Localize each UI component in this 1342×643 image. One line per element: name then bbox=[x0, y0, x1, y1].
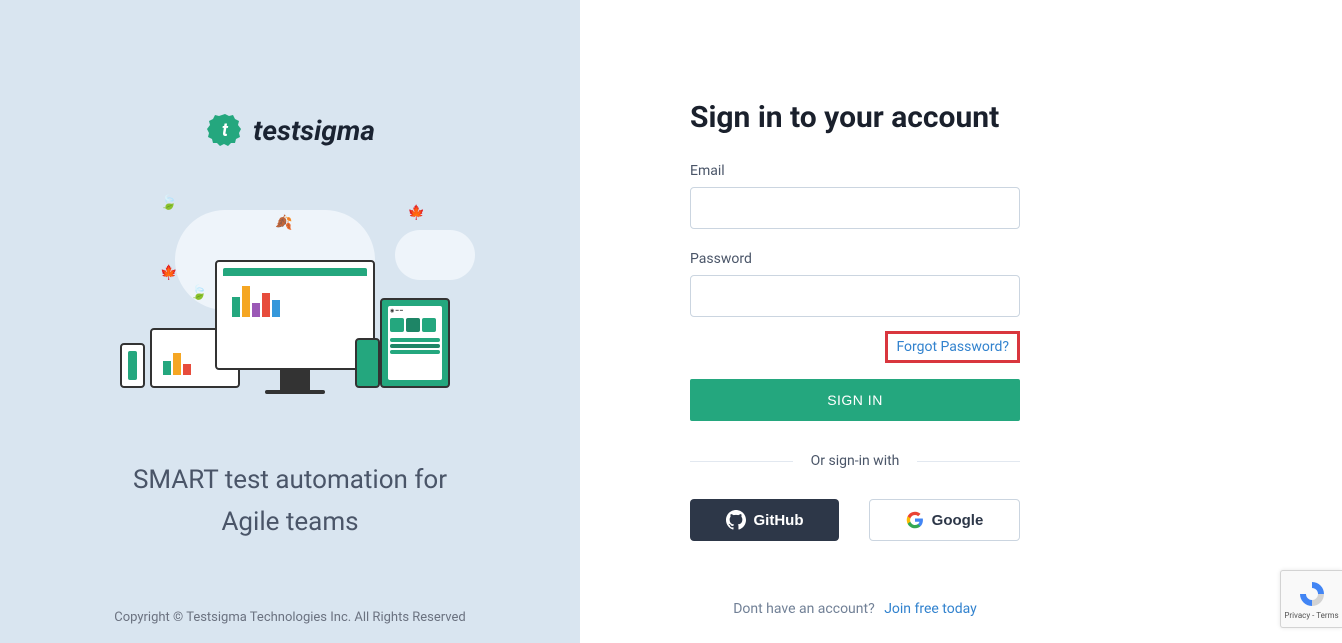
divider-text: Or sign-in with bbox=[793, 453, 918, 469]
signup-prompt-text: Dont have an account? bbox=[733, 601, 875, 617]
google-signin-button[interactable]: Google bbox=[869, 499, 1020, 541]
signin-panel: Sign in to your account Email Password F… bbox=[580, 0, 1342, 643]
recaptcha-badge[interactable]: Privacy - Terms bbox=[1280, 570, 1342, 628]
tagline-text: SMART test automation for Agile teams bbox=[130, 460, 450, 543]
recaptcha-privacy: Privacy bbox=[1284, 611, 1310, 620]
signup-link[interactable]: Join free today bbox=[884, 601, 977, 617]
phone-device-icon bbox=[120, 343, 145, 388]
email-label: Email bbox=[690, 163, 1020, 179]
branding-panel: t testsigma 🍃 🍂 🍁 🍁 🍃 bbox=[0, 0, 580, 643]
signin-button[interactable]: SIGN IN bbox=[690, 379, 1020, 421]
recaptcha-icon bbox=[1297, 579, 1327, 609]
copyright-text: Copyright © Testsigma Technologies Inc. … bbox=[114, 610, 465, 625]
gear-logo-icon: t bbox=[205, 110, 245, 150]
github-label: GitHub bbox=[754, 512, 804, 529]
brand-name: testsigma bbox=[253, 114, 375, 147]
email-input[interactable] bbox=[690, 187, 1020, 229]
google-label: Google bbox=[932, 512, 984, 529]
social-buttons: GitHub Google bbox=[690, 499, 1020, 541]
page-title: Sign in to your account bbox=[690, 100, 1020, 135]
tablet-device-icon: ◉ ━ ━ bbox=[380, 298, 450, 388]
google-icon bbox=[906, 511, 924, 529]
email-group: Email bbox=[690, 163, 1020, 229]
monitor-device-icon bbox=[215, 260, 375, 370]
password-input[interactable] bbox=[690, 275, 1020, 317]
brand-logo: t testsigma bbox=[205, 110, 375, 150]
divider: Or sign-in with bbox=[690, 453, 1020, 469]
signin-form: Sign in to your account Email Password F… bbox=[690, 100, 1020, 617]
recaptcha-terms: Terms bbox=[1316, 611, 1338, 620]
password-group: Password bbox=[690, 251, 1020, 317]
password-label: Password bbox=[690, 251, 1020, 267]
phone-device-icon-2 bbox=[355, 338, 380, 388]
signup-prompt: Dont have an account? Join free today bbox=[690, 601, 1020, 617]
github-signin-button[interactable]: GitHub bbox=[690, 499, 839, 541]
forgot-password-link[interactable]: Forgot Password? bbox=[885, 331, 1020, 363]
github-icon bbox=[726, 510, 746, 530]
devices-illustration: 🍃 🍂 🍁 🍁 🍃 bbox=[125, 190, 455, 410]
